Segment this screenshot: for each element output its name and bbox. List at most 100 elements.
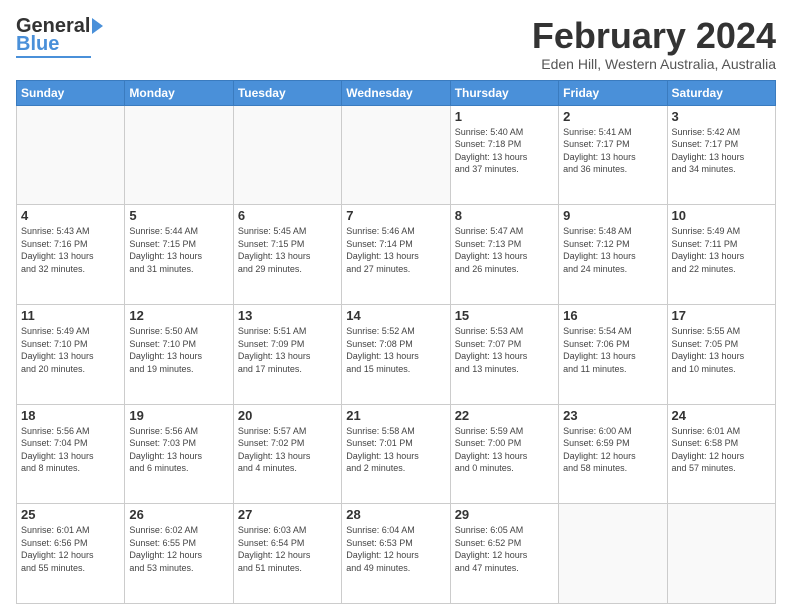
table-row: 26 Sunrise: 6:02 AM Sunset: 6:55 PM Dayli…	[125, 504, 233, 604]
table-row: 12 Sunrise: 5:50 AM Sunset: 7:10 PM Dayli…	[125, 304, 233, 404]
calendar-page: General Blue February 2024 Eden Hill, We…	[0, 0, 792, 612]
table-row: 14 Sunrise: 5:52 AM Sunset: 7:08 PM Dayli…	[342, 304, 450, 404]
header-thursday: Thursday	[450, 80, 558, 105]
title-block: February 2024 Eden Hill, Western Austral…	[532, 16, 776, 72]
table-row: 6Sunrise: 5:45 AM Sunset: 7:15 PM Daylig…	[233, 205, 341, 305]
day-number: 18	[21, 408, 120, 423]
table-row	[667, 504, 775, 604]
calendar-table: Sunday Monday Tuesday Wednesday Thursday…	[16, 80, 776, 604]
day-info: Sunrise: 5:55 AM Sunset: 7:05 PM Dayligh…	[672, 325, 771, 375]
day-info: Sunrise: 5:48 AM Sunset: 7:12 PM Dayligh…	[563, 225, 662, 275]
day-info: Sunrise: 5:40 AM Sunset: 7:18 PM Dayligh…	[455, 126, 554, 176]
table-row: 7 Sunrise: 5:46 AM Sunset: 7:14 PM Daylig…	[342, 205, 450, 305]
table-row: 16 Sunrise: 5:54 AM Sunset: 7:06 PM Dayli…	[559, 304, 667, 404]
calendar-week-row: 4 Sunrise: 5:43 AM Sunset: 7:16 PM Daylig…	[17, 205, 776, 305]
day-number: 1	[455, 109, 554, 124]
table-row: 5Sunrise: 5:44 AM Sunset: 7:15 PM Daylig…	[125, 205, 233, 305]
day-number: 5	[129, 208, 228, 223]
day-info: Sunrise: 5:45 AM Sunset: 7:15 PM Dayligh…	[238, 225, 337, 275]
day-number: 8	[455, 208, 554, 223]
logo-text-blue: Blue	[16, 34, 59, 54]
table-row: 15Sunrise: 5:53 AM Sunset: 7:07 PM Dayli…	[450, 304, 558, 404]
table-row: 8 Sunrise: 5:47 AM Sunset: 7:13 PM Daylig…	[450, 205, 558, 305]
day-number: 24	[672, 408, 771, 423]
table-row: 24 Sunrise: 6:01 AM Sunset: 6:58 PM Dayli…	[667, 404, 775, 504]
day-number: 16	[563, 308, 662, 323]
day-info: Sunrise: 5:59 AM Sunset: 7:00 PM Dayligh…	[455, 425, 554, 475]
table-row: 21 Sunrise: 5:58 AM Sunset: 7:01 PM Dayli…	[342, 404, 450, 504]
table-row: 11 Sunrise: 5:49 AM Sunset: 7:10 PM Dayli…	[17, 304, 125, 404]
table-row: 13Sunrise: 5:51 AM Sunset: 7:09 PM Dayli…	[233, 304, 341, 404]
day-info: Sunrise: 5:43 AM Sunset: 7:16 PM Dayligh…	[21, 225, 120, 275]
day-number: 25	[21, 507, 120, 522]
table-row: 18 Sunrise: 5:56 AM Sunset: 7:04 PM Dayli…	[17, 404, 125, 504]
table-row: 4 Sunrise: 5:43 AM Sunset: 7:16 PM Daylig…	[17, 205, 125, 305]
table-row	[233, 105, 341, 205]
table-row	[17, 105, 125, 205]
day-info: Sunrise: 5:47 AM Sunset: 7:13 PM Dayligh…	[455, 225, 554, 275]
table-row	[559, 504, 667, 604]
logo-underline	[16, 56, 91, 58]
logo-arrow-icon	[92, 18, 103, 34]
day-number: 14	[346, 308, 445, 323]
day-number: 10	[672, 208, 771, 223]
table-row: 27Sunrise: 6:03 AM Sunset: 6:54 PM Dayli…	[233, 504, 341, 604]
day-info: Sunrise: 5:49 AM Sunset: 7:11 PM Dayligh…	[672, 225, 771, 275]
day-info: Sunrise: 5:42 AM Sunset: 7:17 PM Dayligh…	[672, 126, 771, 176]
day-number: 2	[563, 109, 662, 124]
day-number: 26	[129, 507, 228, 522]
day-number: 20	[238, 408, 337, 423]
day-number: 17	[672, 308, 771, 323]
table-row: 25 Sunrise: 6:01 AM Sunset: 6:56 PM Dayli…	[17, 504, 125, 604]
header-tuesday: Tuesday	[233, 80, 341, 105]
day-number: 7	[346, 208, 445, 223]
header-sunday: Sunday	[17, 80, 125, 105]
day-number: 19	[129, 408, 228, 423]
table-row: 10 Sunrise: 5:49 AM Sunset: 7:11 PM Dayli…	[667, 205, 775, 305]
day-number: 23	[563, 408, 662, 423]
day-info: Sunrise: 5:41 AM Sunset: 7:17 PM Dayligh…	[563, 126, 662, 176]
calendar-week-row: 1 Sunrise: 5:40 AM Sunset: 7:18 PM Daylig…	[17, 105, 776, 205]
day-info: Sunrise: 6:05 AM Sunset: 6:52 PM Dayligh…	[455, 524, 554, 574]
day-number: 21	[346, 408, 445, 423]
header-wednesday: Wednesday	[342, 80, 450, 105]
day-number: 27	[238, 507, 337, 522]
table-row	[125, 105, 233, 205]
day-info: Sunrise: 5:46 AM Sunset: 7:14 PM Dayligh…	[346, 225, 445, 275]
day-number: 12	[129, 308, 228, 323]
day-info: Sunrise: 5:56 AM Sunset: 7:04 PM Dayligh…	[21, 425, 120, 475]
table-row	[342, 105, 450, 205]
header: General Blue February 2024 Eden Hill, We…	[16, 16, 776, 72]
day-number: 13	[238, 308, 337, 323]
day-info: Sunrise: 5:57 AM Sunset: 7:02 PM Dayligh…	[238, 425, 337, 475]
day-info: Sunrise: 6:01 AM Sunset: 6:58 PM Dayligh…	[672, 425, 771, 475]
calendar-week-row: 18 Sunrise: 5:56 AM Sunset: 7:04 PM Dayli…	[17, 404, 776, 504]
calendar-week-row: 11 Sunrise: 5:49 AM Sunset: 7:10 PM Dayli…	[17, 304, 776, 404]
day-number: 9	[563, 208, 662, 223]
day-number: 22	[455, 408, 554, 423]
table-row: 3Sunrise: 5:42 AM Sunset: 7:17 PM Daylig…	[667, 105, 775, 205]
day-info: Sunrise: 5:49 AM Sunset: 7:10 PM Dayligh…	[21, 325, 120, 375]
header-saturday: Saturday	[667, 80, 775, 105]
day-info: Sunrise: 5:58 AM Sunset: 7:01 PM Dayligh…	[346, 425, 445, 475]
table-row: 23 Sunrise: 6:00 AM Sunset: 6:59 PM Dayli…	[559, 404, 667, 504]
table-row: 1 Sunrise: 5:40 AM Sunset: 7:18 PM Daylig…	[450, 105, 558, 205]
calendar-week-row: 25 Sunrise: 6:01 AM Sunset: 6:56 PM Dayli…	[17, 504, 776, 604]
day-number: 11	[21, 308, 120, 323]
table-row: 9 Sunrise: 5:48 AM Sunset: 7:12 PM Daylig…	[559, 205, 667, 305]
main-title: February 2024	[532, 16, 776, 56]
table-row: 29Sunrise: 6:05 AM Sunset: 6:52 PM Dayli…	[450, 504, 558, 604]
day-info: Sunrise: 6:00 AM Sunset: 6:59 PM Dayligh…	[563, 425, 662, 475]
day-info: Sunrise: 6:04 AM Sunset: 6:53 PM Dayligh…	[346, 524, 445, 574]
day-number: 15	[455, 308, 554, 323]
day-info: Sunrise: 5:52 AM Sunset: 7:08 PM Dayligh…	[346, 325, 445, 375]
table-row: 20 Sunrise: 5:57 AM Sunset: 7:02 PM Dayli…	[233, 404, 341, 504]
day-info: Sunrise: 6:01 AM Sunset: 6:56 PM Dayligh…	[21, 524, 120, 574]
day-number: 28	[346, 507, 445, 522]
day-info: Sunrise: 6:02 AM Sunset: 6:55 PM Dayligh…	[129, 524, 228, 574]
weekday-header-row: Sunday Monday Tuesday Wednesday Thursday…	[17, 80, 776, 105]
table-row: 22 Sunrise: 5:59 AM Sunset: 7:00 PM Dayli…	[450, 404, 558, 504]
day-info: Sunrise: 5:50 AM Sunset: 7:10 PM Dayligh…	[129, 325, 228, 375]
day-number: 4	[21, 208, 120, 223]
day-info: Sunrise: 5:54 AM Sunset: 7:06 PM Dayligh…	[563, 325, 662, 375]
